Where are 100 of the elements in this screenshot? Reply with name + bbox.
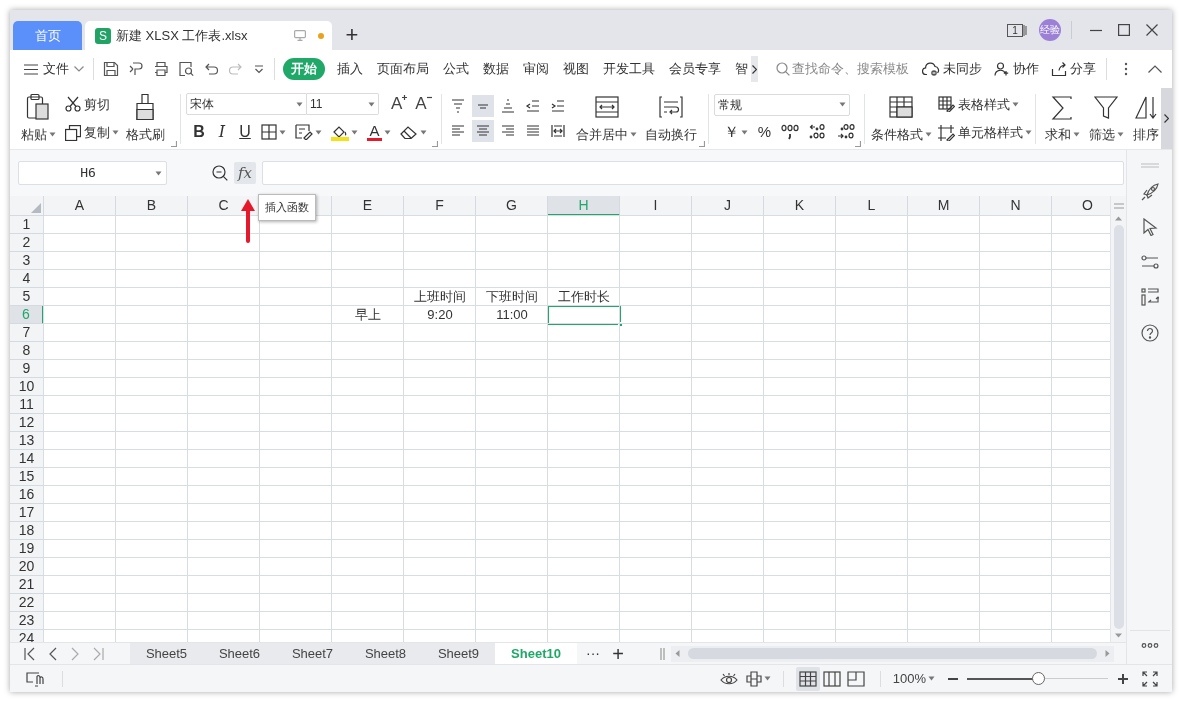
cross-layout-icon[interactable] [745, 670, 762, 687]
sheet-tab[interactable]: Sheet7 [276, 642, 349, 665]
column-header[interactable]: A [44, 196, 116, 216]
share-button[interactable]: 分享 [1050, 59, 1096, 79]
previous-sheet-icon[interactable] [49, 646, 57, 661]
row-header[interactable]: 13 [10, 432, 44, 450]
zoom-slider[interactable] [967, 671, 1108, 686]
document-tab[interactable]: S 新建 XLSX 工作表.xlsx [85, 21, 332, 50]
window-count[interactable]: 1 [1007, 23, 1023, 37]
borders-icon[interactable] [261, 124, 277, 140]
row-header[interactable]: 2 [10, 234, 44, 252]
decrease-decimal-icon[interactable] [837, 124, 856, 140]
table-cell[interactable]: 早上 [332, 306, 404, 324]
column-header[interactable]: L [836, 196, 908, 216]
scroll-right-button[interactable] [751, 56, 758, 82]
ribbon-tab[interactable]: 视图 [556, 58, 596, 80]
copy-button[interactable]: 复制 [65, 123, 119, 143]
search-field[interactable]: 查找命令、搜索模板 [791, 59, 922, 79]
table-cell[interactable]: 下班时间 [476, 288, 548, 306]
ribbon-tab[interactable]: 智 [728, 58, 755, 80]
print-preview-icon[interactable] [177, 61, 194, 77]
print-icon[interactable] [152, 61, 169, 77]
column-header[interactable]: B [116, 196, 188, 216]
row-header[interactable]: 11 [10, 396, 44, 414]
collaborate-button[interactable]: 协作 [993, 59, 1039, 79]
zoom-out-icon[interactable] [212, 165, 228, 181]
format-copy-icon[interactable] [127, 61, 144, 77]
cell-style-button[interactable]: 单元格样式 [938, 123, 1033, 143]
grow-font-button[interactable]: A [391, 95, 408, 113]
column-header[interactable]: M [908, 196, 980, 216]
column-header[interactable]: J [692, 196, 764, 216]
ribbon-tab[interactable]: 页面布局 [370, 58, 436, 80]
sheet-tab[interactable]: Sheet5 [130, 642, 203, 665]
slider-thumb[interactable] [1031, 671, 1045, 685]
sort-button[interactable]: 排序 [1131, 92, 1162, 145]
shrink-font-button[interactable]: A [415, 95, 432, 113]
row-header[interactable]: 19 [10, 540, 44, 558]
macro-icon[interactable] [26, 670, 44, 687]
horizontal-scrollbar[interactable] [671, 645, 1114, 662]
more-icon[interactable] [1140, 643, 1159, 648]
fill-pattern-icon[interactable] [295, 124, 313, 140]
more-options-icon[interactable] [1124, 62, 1128, 76]
zoom-level-button[interactable]: 100% [892, 668, 935, 689]
formula-input[interactable] [262, 161, 1124, 185]
column-header[interactable]: K [764, 196, 836, 216]
percent-button[interactable]: % [757, 120, 772, 144]
align-center-button[interactable] [471, 120, 494, 142]
row-header[interactable]: 10 [10, 378, 44, 396]
filter-button[interactable]: 筛选 [1087, 92, 1126, 145]
sheet-tab[interactable]: Sheet8 [349, 642, 422, 665]
column-header[interactable]: I [620, 196, 692, 216]
column-header[interactable]: F [404, 196, 476, 216]
fullscreen-icon[interactable] [1142, 670, 1158, 687]
row-header[interactable]: 20 [10, 558, 44, 576]
ribbon-tab[interactable]: 插入 [330, 58, 370, 80]
new-tab-button[interactable]: + [340, 23, 364, 47]
insert-function-button[interactable]: fx [234, 162, 256, 184]
save-icon[interactable] [102, 61, 119, 77]
column-header[interactable]: E [332, 196, 404, 216]
row-header[interactable]: 9 [10, 360, 44, 378]
fill-handle[interactable] [618, 322, 623, 327]
wrap-text-button[interactable]: 自动换行 [642, 92, 699, 145]
cut-button[interactable]: 剪切 [65, 94, 119, 114]
merge-center-button[interactable]: 合并居中 [576, 92, 637, 145]
sum-button[interactable]: 求和 [1043, 92, 1082, 145]
font-size-select[interactable]: 11 [307, 93, 379, 115]
row-header[interactable]: 18 [10, 522, 44, 540]
paste-button[interactable]: 粘贴 [16, 92, 60, 145]
underline-button[interactable]: U [238, 120, 252, 144]
rocket-icon[interactable] [1140, 183, 1159, 201]
zoom-in-icon[interactable] [1117, 672, 1129, 685]
row-header[interactable]: 8 [10, 342, 44, 360]
conditional-format-button[interactable]: 条件格式 [870, 92, 933, 145]
table-cell[interactable]: 工作时长 [548, 288, 620, 306]
column-header[interactable]: N [980, 196, 1052, 216]
ribbon-tab[interactable]: 开发工具 [596, 58, 662, 80]
row-header[interactable]: 7 [10, 324, 44, 342]
row-header[interactable]: 12 [10, 414, 44, 432]
table-style-button[interactable]: 表格样式 [938, 94, 1033, 114]
ribbon-tab[interactable]: 数据 [476, 58, 516, 80]
sync-button[interactable]: 未同步 [921, 59, 982, 79]
row-header[interactable]: 3 [10, 252, 44, 270]
ribbon-tab[interactable]: 会员专享 [662, 58, 728, 80]
row-header[interactable]: 21 [10, 576, 44, 594]
row-header[interactable]: 16 [10, 486, 44, 504]
currency-button[interactable]: ￥ [723, 120, 748, 144]
more-sheets-button[interactable]: ··· [583, 643, 603, 664]
close-icon[interactable] [1146, 24, 1158, 36]
file-menu[interactable]: 文件 [24, 59, 84, 79]
row-header[interactable]: 15 [10, 468, 44, 486]
row-header[interactable]: 4 [10, 270, 44, 288]
vertical-scrollbar[interactable] [1110, 196, 1126, 642]
row-header[interactable]: 23 [10, 612, 44, 630]
table-cell[interactable]: 上班时间 [404, 288, 476, 306]
thousands-separator-icon[interactable] [781, 124, 800, 140]
increase-decimal-icon[interactable] [809, 124, 828, 140]
name-box[interactable]: H6 [18, 161, 167, 185]
format-painter-button[interactable]: 格式刷 [124, 92, 166, 145]
row-header[interactable]: 1 [10, 216, 44, 234]
row-header[interactable]: 14 [10, 450, 44, 468]
